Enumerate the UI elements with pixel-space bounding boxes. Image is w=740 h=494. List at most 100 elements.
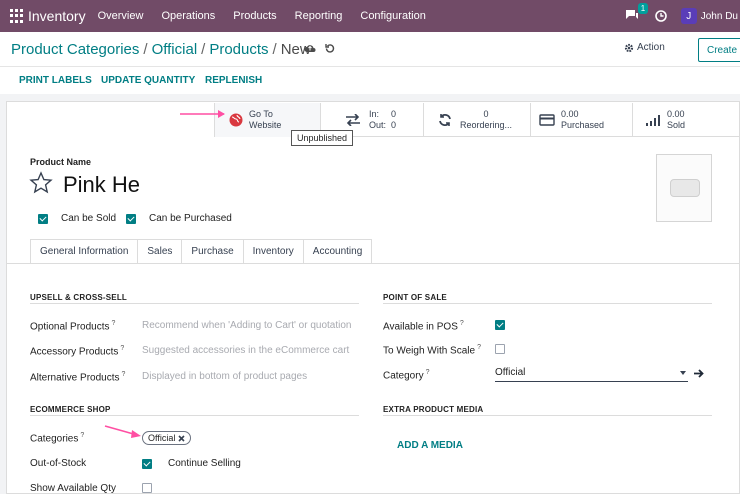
menu-overview[interactable]: Overview — [98, 10, 144, 22]
tab-sales[interactable]: Sales — [137, 239, 182, 264]
menu-products[interactable]: Products — [233, 10, 276, 22]
website-tooltip: Unpublished — [291, 130, 354, 146]
reordering-button[interactable]: 0 Reordering... — [423, 103, 530, 137]
add-media-button[interactable]: ADD A MEDIA — [397, 440, 463, 451]
available-in-pos-checkbox[interactable] — [495, 320, 505, 330]
purchased-label: Purchased — [561, 120, 605, 130]
can-be-purchased-checkbox[interactable] — [126, 214, 136, 224]
breadcrumb-bar: Product Categories / Official / Products / New… — [0, 32, 740, 66]
reordering-label: Reordering... — [460, 120, 513, 130]
upsell-section-title: UPSELL & CROSS-SELL — [30, 293, 127, 302]
tab-purchase[interactable]: Purchase — [181, 239, 243, 264]
ecommerce-section-title: ECOMMERCE SHOP — [30, 405, 111, 414]
top-navbar: Inventory Overview Operations Products R… — [0, 0, 740, 32]
menu-reporting[interactable]: Reporting — [295, 10, 343, 22]
upsell-divider — [30, 303, 359, 304]
can-be-sold-checkbox[interactable] — [38, 214, 48, 224]
pos-category-label: Category? — [383, 369, 430, 382]
out-label: Out: — [369, 120, 387, 130]
action-label: Action — [637, 42, 665, 53]
favorite-star-icon[interactable] — [29, 171, 53, 195]
product-image[interactable] — [656, 154, 712, 222]
refresh-icon — [439, 114, 451, 126]
clock-icon[interactable] — [654, 10, 667, 22]
annotation-arrow-website — [180, 110, 225, 118]
annotation-arrow-category — [104, 425, 141, 438]
discard-icon[interactable] — [324, 43, 335, 54]
app-name[interactable]: Inventory — [28, 8, 86, 24]
chat-count-badge: 1 — [637, 2, 649, 14]
continue-selling-checkbox[interactable] — [142, 459, 152, 469]
product-photo — [670, 179, 700, 197]
pos-category-value: Official — [495, 367, 526, 378]
out-value: 0 — [391, 120, 397, 130]
optional-products-label: Optional Products? — [30, 320, 116, 333]
menu-configuration[interactable]: Configuration — [360, 10, 425, 22]
alternative-products-input[interactable]: Displayed in bottom of product pages — [142, 371, 307, 382]
available-in-pos-label: Available in POS? — [383, 320, 464, 333]
notebook-tabs: General Information Sales Purchase Inven… — [30, 239, 373, 264]
purchased-button[interactable]: 0.00 Purchased — [530, 103, 632, 137]
avatar[interactable]: J — [680, 8, 697, 24]
accessory-products-input[interactable]: Suggested accessories in the eCommerce c… — [142, 345, 349, 356]
purchased-value: 0.00 — [561, 109, 579, 119]
replenish-button[interactable]: REPLENISH — [205, 75, 262, 86]
can-be-sold-label: Can be Sold — [61, 213, 117, 224]
to-weigh-checkbox[interactable] — [495, 344, 505, 354]
sold-button[interactable]: 0.00 Sold — [632, 103, 740, 137]
pos-category-select[interactable]: Official — [495, 367, 688, 382]
chat-button[interactable]: 1 — [625, 2, 649, 24]
categories-label: Categories? — [30, 432, 85, 445]
to-weigh-label: To Weigh With Scale? — [383, 344, 481, 357]
tab-inventory[interactable]: Inventory — [242, 239, 303, 264]
website-line1: Go To — [249, 109, 273, 119]
show-available-qty-checkbox[interactable] — [142, 483, 152, 493]
chevron-down-icon — [680, 371, 686, 375]
show-available-qty-label: Show Available Qty — [30, 483, 116, 494]
category-tag-official[interactable]: Official — [142, 431, 192, 445]
internal-link-arrow-icon[interactable] — [693, 368, 705, 379]
optional-products-input[interactable]: Recommend when 'Adding to Cart' or quota… — [142, 320, 352, 331]
in-label: In: — [369, 109, 380, 119]
reordering-value: 0 — [483, 109, 489, 119]
out-of-stock-label: Out-of-Stock — [30, 458, 87, 469]
category-tag-label: Official — [148, 433, 176, 443]
sold-label: Sold — [667, 120, 686, 130]
media-divider — [383, 415, 712, 416]
create-button[interactable]: Create — [698, 38, 740, 62]
apps-menu-icon[interactable] — [10, 9, 24, 23]
globe-icon — [229, 113, 243, 127]
menu-operations[interactable]: Operations — [161, 10, 215, 22]
save-cloud-icon[interactable] — [304, 43, 316, 53]
credit-card-icon — [539, 114, 555, 126]
print-labels-button[interactable]: PRINT LABELS — [19, 75, 92, 86]
website-line2: Website — [249, 120, 282, 130]
action-button[interactable]: Action — [624, 42, 665, 53]
breadcrumb-product-categories[interactable]: Product Categories — [11, 41, 139, 58]
ecommerce-divider — [30, 415, 359, 416]
alternative-products-label: Alternative Products? — [30, 371, 126, 384]
in-value: 0 — [391, 109, 397, 119]
product-name-label: Product Name — [30, 157, 92, 167]
continue-selling-label: Continue Selling — [168, 458, 241, 469]
signal-bars-icon — [646, 115, 660, 126]
sold-value: 0.00 — [667, 109, 685, 119]
tab-divider — [6, 263, 740, 264]
media-section-title: EXTRA PRODUCT MEDIA — [383, 405, 484, 414]
product-name-field[interactable]: Pink He — [63, 172, 140, 198]
gear-icon — [624, 43, 634, 52]
exchange-icon — [346, 114, 360, 126]
remove-tag-icon[interactable] — [178, 434, 185, 442]
pos-divider — [383, 303, 712, 304]
control-bar: PRINT LABELS UPDATE QUANTITY REPLENISH — [0, 66, 740, 94]
user-name[interactable]: John Du — [701, 11, 738, 22]
update-quantity-button[interactable]: UPDATE QUANTITY — [101, 75, 195, 86]
breadcrumb: Product Categories / Official / Products / New — [11, 41, 311, 58]
breadcrumb-official[interactable]: Official — [152, 41, 198, 58]
tab-general-information[interactable]: General Information — [30, 239, 138, 264]
can-be-purchased-label: Can be Purchased — [149, 213, 232, 224]
pos-section-title: POINT OF SALE — [383, 293, 447, 302]
tab-accounting[interactable]: Accounting — [302, 239, 373, 264]
breadcrumb-products[interactable]: Products — [209, 41, 268, 58]
accessory-products-label: Accessory Products? — [30, 345, 125, 358]
